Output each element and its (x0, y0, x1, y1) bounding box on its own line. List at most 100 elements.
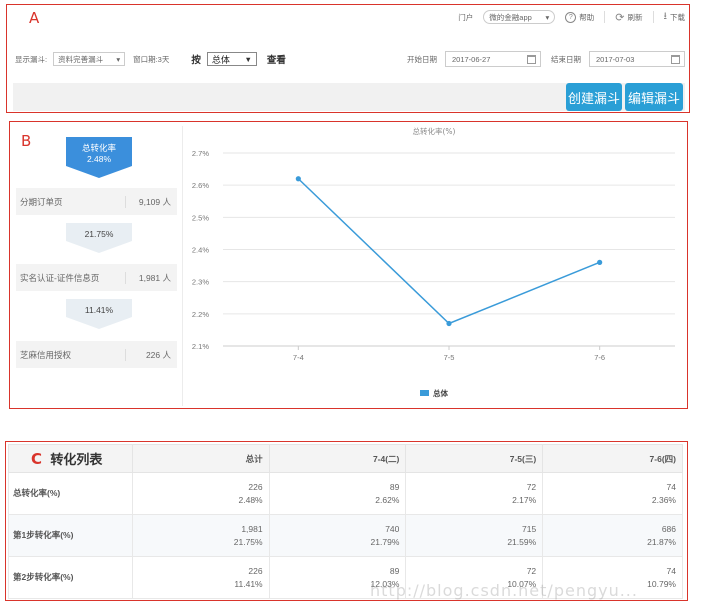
total-rate-arrow: 总转化率 2.48% (66, 137, 132, 178)
step-rate-arrow: 21.75% (66, 223, 132, 253)
row-label: 第2步转化率(%) (8, 556, 133, 599)
column-header[interactable]: 7-5(三) (405, 444, 544, 473)
table-cell: 715 21.59% (405, 514, 544, 557)
funnel-step: 芝麻信用授权 226 人 (16, 341, 177, 368)
table-row: 总转化率(%) 226 2.48% 89 2.62% 72 2.17% 74 2.36% (8, 472, 683, 515)
table-cell: 1,981 21.75% (131, 514, 270, 557)
help-icon: ? (565, 11, 577, 23)
chevron-down-icon: ▾ (545, 12, 550, 22)
table-cell: 740 21.79% (268, 514, 407, 557)
help-button[interactable]: ? 帮助 (565, 11, 594, 23)
column-header[interactable]: 总计 (131, 444, 270, 473)
column-header[interactable]: 7-4(二) (268, 444, 407, 473)
chevron-down-icon: ▾ (116, 54, 121, 64)
portal-label: 门户 (458, 12, 474, 22)
cell-count: 715 (521, 523, 537, 534)
cell-rate: 2.36% (651, 494, 676, 505)
portal-select[interactable]: 微的金融app ▾ (483, 10, 556, 24)
data-point (597, 259, 603, 265)
conversion-table-panel: C 转化列表 总计 7-4(二) 7-5(三) 7-6(四) 总转化率(%) 2… (5, 441, 688, 601)
table-cell: 226 2.48% (131, 472, 270, 515)
refresh-icon: ⟳ (615, 11, 625, 24)
x-tick-label: 7-4 (293, 353, 304, 362)
y-tick-label: 2.1% (192, 342, 209, 351)
end-date-label: 结束日期 (551, 54, 581, 64)
y-tick-label: 2.5% (192, 213, 209, 222)
funnel-step: 分期订单页 9,109 人 (16, 188, 177, 215)
display-funnel-label: 显示漏斗: (15, 54, 48, 64)
funnel-step-count: 1,981 人 (125, 271, 177, 284)
toolbar-divider (604, 11, 606, 23)
x-tick-label: 7-5 (444, 353, 455, 362)
cell-count: 89 (389, 481, 400, 492)
funnel-select-value: 资料完善漏斗 (58, 54, 104, 64)
funnel-steps: 总转化率 2.48% 分期订单页 9,109 人 21.75% 实名认证-证件信… (14, 126, 184, 406)
edit-funnel-button[interactable]: 编辑漏斗 (625, 83, 683, 111)
cell-count: 740 (385, 523, 400, 534)
legend-swatch (420, 390, 429, 396)
row-label: 总转化率(%) (8, 472, 133, 515)
cell-rate: 2.62% (375, 494, 400, 505)
portal-select-value: 微的金融app (489, 12, 532, 22)
cell-count: 226 (248, 481, 263, 492)
data-point (295, 176, 301, 182)
cell-count: 72 (526, 481, 537, 492)
funnel-chart-panel: B 总转化率 2.48% 分期订单页 9,109 人 21.75% 实名认证-证… (9, 121, 688, 409)
cell-count: 72 (526, 565, 537, 576)
chevron-down-icon: ▼ (244, 54, 252, 64)
total-rate-label: 总转化率 (82, 143, 117, 154)
step-rate-value: 11.41% (85, 305, 114, 315)
cell-rate: 21.79% (370, 536, 400, 547)
step-rate-value: 21.75% (85, 229, 114, 239)
dimension-select-value: 总体 (211, 54, 230, 65)
table-cell: 72 2.17% (405, 472, 544, 515)
cell-count: 1,981 (241, 523, 263, 534)
start-date-value: 2017-06-27 (452, 54, 491, 64)
start-date-label: 开始日期 (407, 54, 437, 64)
end-date-input[interactable]: 2017-07-03 (589, 51, 685, 67)
start-date-input[interactable]: 2017-06-27 (445, 51, 541, 67)
y-tick-label: 2.6% (192, 181, 209, 190)
cell-rate: 21.75% (233, 536, 263, 547)
y-tick-label: 2.4% (192, 246, 209, 255)
column-header[interactable]: 7-6(四) (542, 444, 683, 473)
chart-title: 总转化率(%) (413, 126, 456, 136)
y-tick-label: 2.3% (192, 278, 209, 287)
x-tick-label: 7-6 (594, 353, 605, 362)
watermark: http://blog.csdn.net/pengyu... (370, 581, 638, 600)
funnel-step-name: 分期订单页 (20, 196, 63, 207)
series-line (297, 178, 600, 325)
table-cell: 74 2.36% (542, 472, 683, 515)
funnel-step-name: 实名认证-证件信息页 (20, 272, 100, 283)
cell-count: 686 (661, 523, 676, 534)
create-funnel-button[interactable]: 创建漏斗 (566, 83, 622, 111)
cell-rate: 21.87% (647, 536, 676, 547)
refresh-button[interactable]: ⟳ 刷新 (615, 11, 642, 24)
conversion-line-chart: 总转化率(%) 2.7% 2.6% 2.5% 2.4% 2.3% 2.2% 2.1% 7-4 7… (182, 126, 684, 406)
legend-label[interactable]: 总体 (433, 388, 448, 398)
y-tick-label: 2.2% (192, 310, 209, 319)
cell-count: 89 (389, 565, 400, 576)
action-strip: 创建漏斗 编辑漏斗 (13, 83, 685, 111)
table-title-cell: C 转化列表 (8, 444, 133, 473)
row-label: 第1步转化率(%) (8, 514, 133, 557)
funnel-step-count: 9,109 人 (125, 195, 177, 208)
end-date-value: 2017-07-03 (596, 54, 635, 64)
total-rate-value: 2.48% (87, 154, 112, 164)
chart-svg: 总转化率(%) 2.7% 2.6% 2.5% 2.4% 2.3% 2.2% 2.1% 7-4 7… (192, 126, 675, 398)
cell-count: 74 (666, 481, 676, 492)
funnel-select[interactable]: 资料完善漏斗 ▾ (53, 52, 126, 66)
window-period-label: 窗口期:3天 (133, 54, 170, 64)
table-cell: 686 21.87% (542, 514, 683, 557)
dimension-select[interactable]: 总体 ▼ (206, 52, 257, 66)
funnel-header-panel: A 门户 微的金融app ▾ ? 帮助 ⟳ 刷新 ⭳ 下载 显示漏斗: 资料完善… (6, 4, 690, 113)
calendar-icon (671, 54, 680, 64)
cell-rate: 11.41% (234, 578, 263, 589)
table-header-row: C 转化列表 总计 7-4(二) 7-5(三) 7-6(四) (8, 444, 683, 473)
table-row: 第1步转化率(%) 1,981 21.75% 740 21.79% 715 21.59… (8, 514, 683, 557)
cell-rate: 2.17% (512, 494, 537, 505)
top-toolbar: 门户 微的金融app ▾ ? 帮助 ⟳ 刷新 ⭳ 下载 (458, 8, 685, 26)
cell-count: 226 (248, 565, 263, 576)
view-button[interactable]: 查看 (267, 52, 286, 66)
download-button[interactable]: ⭳ 下载 (664, 9, 686, 26)
